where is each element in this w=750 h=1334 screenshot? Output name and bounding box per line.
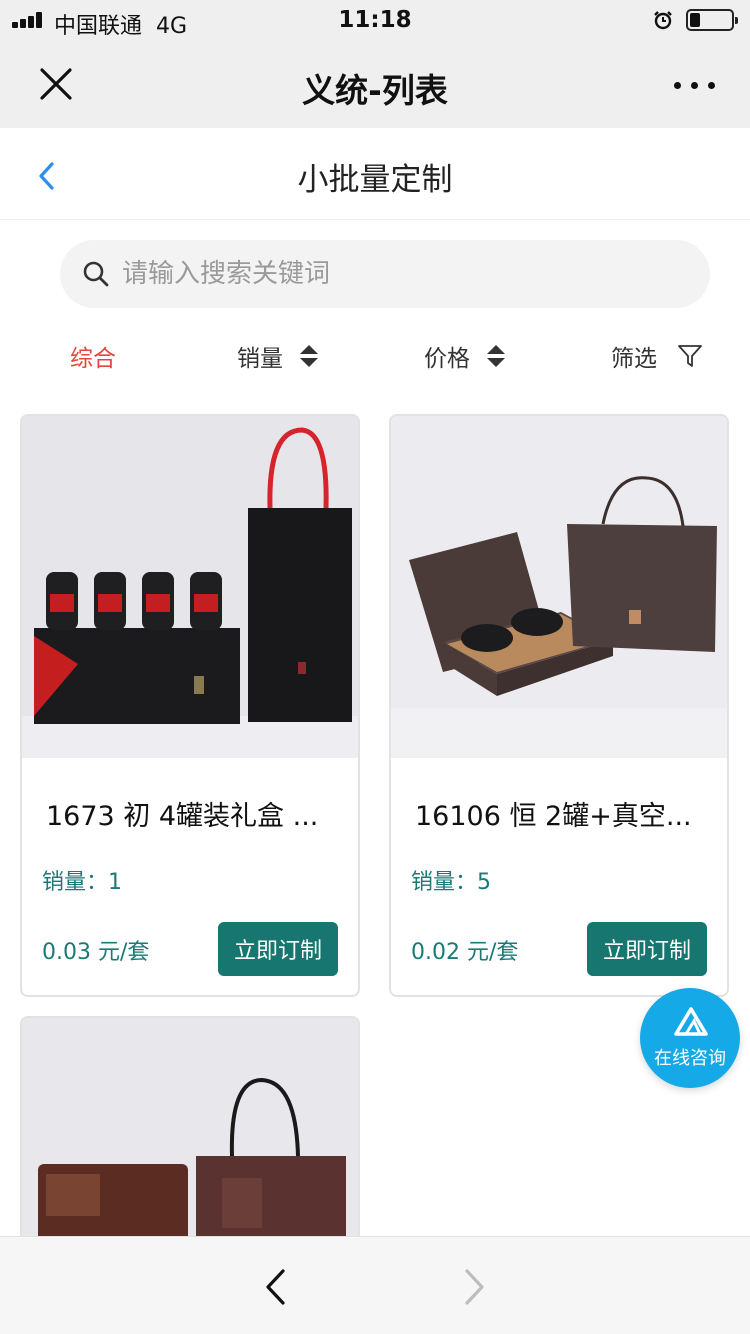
product-image[interactable] — [391, 416, 727, 758]
sort-price[interactable]: 价格 — [424, 334, 506, 378]
product-card[interactable] — [20, 1016, 360, 1246]
search-icon — [83, 261, 109, 287]
battery-fill — [690, 13, 700, 27]
order-now-button[interactable]: 立即订制 — [587, 922, 707, 976]
search-bar[interactable] — [60, 240, 710, 308]
page-title: 小批量定制 — [297, 162, 453, 198]
sort-sales[interactable]: 销量 — [237, 334, 319, 378]
wechat-title: 义统-列表 — [302, 71, 448, 110]
sort-filter[interactable]: 筛选 — [611, 334, 703, 378]
product-name[interactable]: 16106 恒 2罐+真空... — [415, 794, 711, 833]
online-consult-button[interactable]: 在线咨询 — [640, 988, 740, 1088]
product-price: 0.03 元/套 — [42, 940, 150, 965]
bottom-nav-bar — [0, 1236, 750, 1334]
product-image[interactable] — [22, 416, 358, 758]
sort-filter-label: 筛选 — [611, 346, 657, 372]
chevron-right-icon[interactable] — [460, 1267, 488, 1307]
more-icon[interactable] — [672, 80, 718, 90]
sort-arrows-icon — [487, 345, 505, 367]
wechat-title-bar: 义统-列表 — [0, 40, 750, 128]
sort-bar: 综合 销量 价格 筛选 — [0, 334, 750, 378]
filter-icon — [678, 345, 702, 367]
product-card[interactable]: 16106 恒 2罐+真空... 销量：5 0.02 元/套 立即订制 — [389, 414, 729, 997]
product-name[interactable]: 1673 初 4罐装礼盒 ... — [46, 794, 342, 833]
online-consult-label: 在线咨询 — [654, 1048, 726, 1069]
product-price: 0.02 元/套 — [411, 940, 519, 965]
sort-arrows-icon — [300, 345, 318, 367]
alarm-icon — [654, 11, 672, 30]
status-time: 11:18 — [338, 7, 412, 33]
product-sales: 销量：1 — [42, 870, 122, 895]
product-card[interactable]: 1673 初 4罐装礼盒 ... 销量：1 0.03 元/套 立即订制 — [20, 414, 360, 997]
consult-logo-icon — [674, 1007, 708, 1036]
order-now-button[interactable]: 立即订制 — [218, 922, 338, 976]
product-image[interactable] — [22, 1018, 358, 1246]
battery-icon — [686, 9, 738, 31]
sort-sales-label: 销量 — [237, 346, 283, 372]
chevron-left-icon[interactable] — [262, 1267, 290, 1307]
search-input[interactable] — [122, 250, 682, 298]
product-sales: 销量：5 — [411, 870, 491, 895]
page-header: 小批量定制 — [0, 128, 750, 220]
sort-comprehensive-label: 综合 — [70, 346, 116, 372]
status-bar: 中国联通 4G 11:18 — [0, 0, 750, 40]
sort-comprehensive[interactable]: 综合 — [70, 334, 116, 378]
sort-price-label: 价格 — [424, 346, 470, 372]
